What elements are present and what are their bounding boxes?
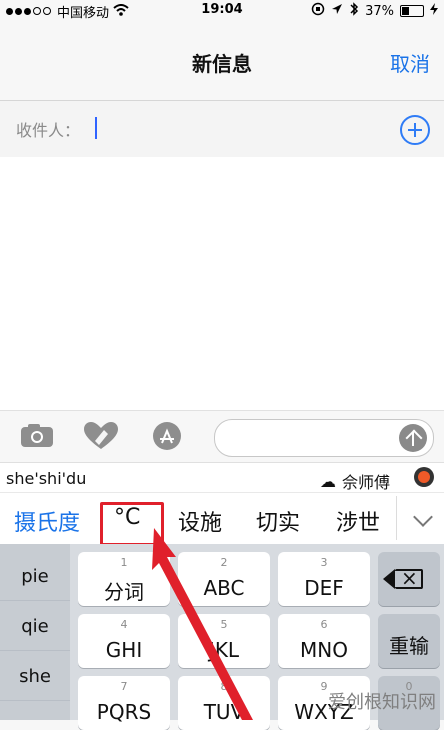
key-4-number: 4 [120, 618, 128, 631]
candidate-3[interactable]: 设施 [178, 505, 222, 537]
key-5-number: 5 [220, 618, 228, 631]
key-3-label: DEF [304, 576, 344, 600]
key-7[interactable]: 7 PQRS [78, 676, 170, 730]
candidate-1[interactable]: 摄氏度 [14, 505, 80, 537]
side-item-2[interactable]: qie [0, 602, 70, 651]
backspace-icon [383, 566, 423, 590]
reenter-key[interactable]: 重输 [378, 614, 440, 668]
recipient-label: 收件人： [16, 121, 81, 140]
key-2-label: ABC [203, 576, 245, 600]
recipient-row: 收件人： [0, 101, 444, 158]
rotation-lock-icon [311, 2, 325, 20]
add-contact-icon[interactable] [400, 115, 430, 145]
side-item-1[interactable]: pie [0, 552, 70, 601]
key-8-number: 8 [220, 680, 228, 693]
key-7-label: PQRS [96, 700, 152, 724]
key-8[interactable]: 8 TUV [178, 676, 270, 730]
recipient-input[interactable] [95, 117, 97, 139]
keyboard-badge-icon[interactable] [414, 467, 434, 487]
message-input[interactable] [214, 419, 434, 457]
cancel-button[interactable]: 取消 [390, 48, 430, 77]
app-store-icon[interactable] [148, 421, 186, 451]
key-1-label: 分词 [104, 580, 144, 604]
battery-percent: 37% [365, 3, 394, 19]
pinyin-bar: she'shi'du ☁ 佘师傅 [0, 462, 444, 493]
cloud-account-name: 佘师傅 [341, 473, 390, 492]
key-5-label: JKL [208, 638, 240, 662]
reenter-label: 重输 [389, 634, 429, 658]
page-title: 新信息 [192, 52, 252, 76]
candidate-bar: 摄氏度 °C 设施 切实 涉世 [0, 492, 444, 546]
nav-bar: 新信息 取消 [0, 22, 444, 101]
battery-icon [400, 5, 424, 17]
bluetooth-icon [349, 2, 359, 20]
key-4[interactable]: 4 GHI [78, 614, 170, 668]
cloud-icon: ☁ [319, 471, 336, 491]
key-2-number: 2 [220, 556, 228, 569]
status-right: 37% [311, 2, 438, 20]
key-6-label: MNO [300, 638, 348, 662]
pinyin-side-list: pie qie she [0, 544, 70, 720]
key-5[interactable]: 5 JKL [178, 614, 270, 668]
camera-icon[interactable] [18, 421, 56, 451]
candidate-divider [396, 496, 397, 540]
digital-touch-icon[interactable] [82, 421, 120, 451]
key-6-number: 6 [320, 618, 328, 631]
candidate-2[interactable]: °C [114, 505, 140, 530]
message-area [0, 157, 444, 410]
backspace-key[interactable] [378, 552, 440, 606]
side-item-3[interactable]: she [0, 652, 70, 701]
watermark-text: 爱创根知识网 [328, 692, 436, 713]
location-icon [331, 3, 343, 19]
cloud-account: ☁ 佘师傅 [320, 469, 390, 493]
key-3[interactable]: 3 DEF [278, 552, 370, 606]
key-7-number: 7 [120, 680, 128, 693]
charging-icon [430, 3, 438, 19]
send-icon[interactable] [399, 424, 427, 452]
status-bar: 中国移动 19:04 37% [0, 0, 444, 22]
battery-fill [402, 7, 410, 15]
key-8-label: TUV [203, 700, 245, 724]
key-4-label: GHI [105, 638, 143, 662]
key-1[interactable]: 1 分词 [78, 552, 170, 606]
key-3-number: 3 [320, 556, 328, 569]
pinyin-text: she'shi'du [6, 469, 87, 488]
key-6[interactable]: 6 MNO [278, 614, 370, 668]
candidate-4[interactable]: 切实 [256, 505, 300, 537]
composer-bar [0, 410, 444, 463]
key-1-number: 1 [120, 556, 128, 569]
candidate-5[interactable]: 涉世 [336, 505, 380, 537]
key-2[interactable]: 2 ABC [178, 552, 270, 606]
